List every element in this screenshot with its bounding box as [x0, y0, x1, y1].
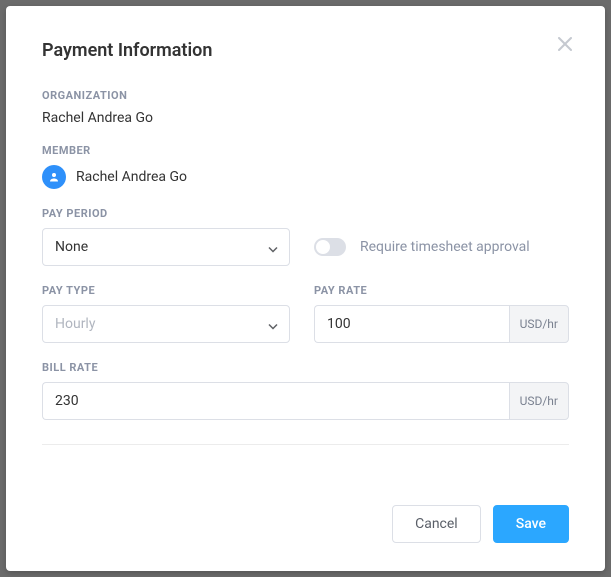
- toggle-knob: [316, 240, 330, 254]
- pay-rate-label: Pay Rate: [314, 284, 569, 297]
- timesheet-approval-label: Require timesheet approval: [360, 239, 530, 255]
- pay-rate-input[interactable]: [314, 305, 509, 343]
- organization-label: Organization: [42, 89, 569, 102]
- divider: [42, 444, 569, 445]
- pay-type-label: Pay Type: [42, 284, 290, 297]
- member-label: Member: [42, 144, 569, 157]
- member-field: Member Rachel Andrea Go: [42, 144, 569, 189]
- organization-value: Rachel Andrea Go: [42, 110, 569, 126]
- close-icon: [558, 37, 572, 51]
- bill-rate-label: Bill Rate: [42, 361, 569, 374]
- member-value: Rachel Andrea Go: [76, 169, 187, 185]
- pay-rate-suffix: USD/hr: [509, 305, 569, 343]
- bill-rate-input[interactable]: [42, 382, 509, 420]
- cancel-button[interactable]: Cancel: [392, 505, 481, 543]
- avatar: [42, 165, 66, 189]
- pay-type-select[interactable]: [42, 305, 290, 343]
- save-button[interactable]: Save: [493, 505, 569, 543]
- bill-rate-suffix: USD/hr: [509, 382, 569, 420]
- payment-information-modal: Payment Information Organization Rachel …: [6, 6, 605, 571]
- timesheet-approval-toggle[interactable]: [314, 238, 346, 256]
- close-button[interactable]: [555, 34, 575, 54]
- user-icon: [48, 171, 60, 183]
- modal-title: Payment Information: [42, 40, 569, 61]
- bill-rate-field: Bill Rate USD/hr: [42, 361, 569, 420]
- organization-field: Organization Rachel Andrea Go: [42, 89, 569, 126]
- pay-period-label: Pay Period: [42, 207, 290, 220]
- modal-footer: Cancel Save: [392, 505, 569, 543]
- pay-period-select[interactable]: [42, 228, 290, 266]
